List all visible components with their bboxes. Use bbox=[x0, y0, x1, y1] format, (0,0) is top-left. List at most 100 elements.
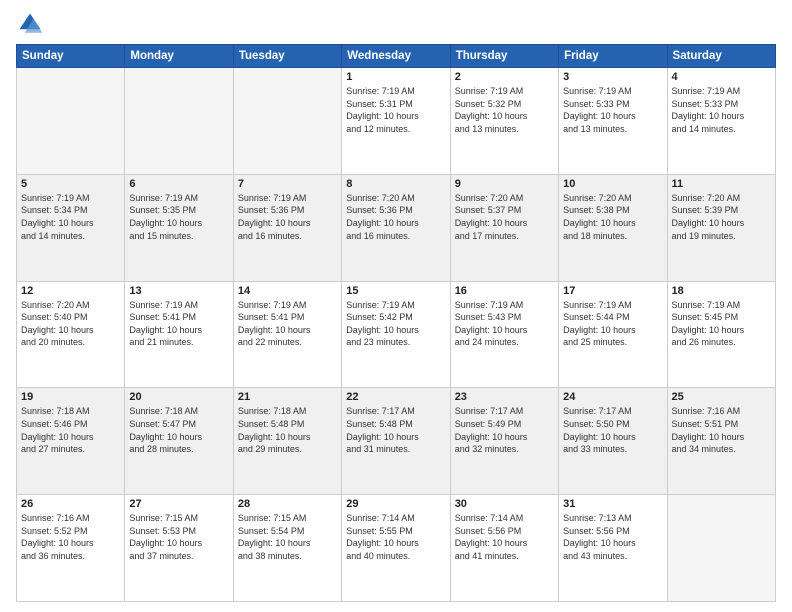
day-info: Sunrise: 7:20 AM Sunset: 5:38 PM Dayligh… bbox=[563, 192, 662, 242]
calendar-table: SundayMondayTuesdayWednesdayThursdayFrid… bbox=[16, 44, 776, 602]
day-number: 15 bbox=[346, 285, 445, 297]
day-info: Sunrise: 7:17 AM Sunset: 5:49 PM Dayligh… bbox=[455, 405, 554, 455]
day-number: 13 bbox=[129, 285, 228, 297]
calendar-week-row: 1 Sunrise: 7:19 AM Sunset: 5:31 PM Daylig… bbox=[17, 68, 776, 175]
day-info: Sunrise: 7:16 AM Sunset: 5:52 PM Dayligh… bbox=[21, 512, 120, 562]
day-cell: 1 Sunrise: 7:19 AM Sunset: 5:31 PM Daylig… bbox=[342, 68, 450, 175]
day-cell: 27Sunrise: 7:15 AM Sunset: 5:53 PM Dayli… bbox=[125, 495, 233, 602]
day-number: 4 bbox=[672, 71, 771, 83]
day-info: Sunrise: 7:14 AM Sunset: 5:55 PM Dayligh… bbox=[346, 512, 445, 562]
day-info: Sunrise: 7:19 AM Sunset: 5:43 PM Dayligh… bbox=[455, 299, 554, 349]
day-cell: 13Sunrise: 7:19 AM Sunset: 5:41 PM Dayli… bbox=[125, 281, 233, 388]
empty-cell bbox=[17, 68, 125, 175]
day-info: Sunrise: 7:19 AM Sunset: 5:34 PM Dayligh… bbox=[21, 192, 120, 242]
day-cell: 9 Sunrise: 7:20 AM Sunset: 5:37 PM Daylig… bbox=[450, 174, 558, 281]
day-info: Sunrise: 7:19 AM Sunset: 5:44 PM Dayligh… bbox=[563, 299, 662, 349]
day-number: 11 bbox=[672, 178, 771, 190]
weekday-header-friday: Friday bbox=[559, 45, 667, 68]
day-info: Sunrise: 7:20 AM Sunset: 5:39 PM Dayligh… bbox=[672, 192, 771, 242]
day-cell: 3 Sunrise: 7:19 AM Sunset: 5:33 PM Daylig… bbox=[559, 68, 667, 175]
day-cell: 23Sunrise: 7:17 AM Sunset: 5:49 PM Dayli… bbox=[450, 388, 558, 495]
day-info: Sunrise: 7:19 AM Sunset: 5:33 PM Dayligh… bbox=[672, 85, 771, 135]
day-cell: 7Sunrise: 7:19 AM Sunset: 5:36 PM Daylig… bbox=[233, 174, 341, 281]
calendar-week-row: 26 Sunrise: 7:16 AM Sunset: 5:52 PM Dayli… bbox=[17, 495, 776, 602]
day-number: 31 bbox=[563, 498, 662, 510]
day-cell: 25 Sunrise: 7:16 AM Sunset: 5:51 PM Dayli… bbox=[667, 388, 775, 495]
day-cell: 26 Sunrise: 7:16 AM Sunset: 5:52 PM Dayli… bbox=[17, 495, 125, 602]
empty-cell bbox=[233, 68, 341, 175]
day-info: Sunrise: 7:17 AM Sunset: 5:48 PM Dayligh… bbox=[346, 405, 445, 455]
calendar-week-row: 19 Sunrise: 7:18 AM Sunset: 5:46 PM Dayli… bbox=[17, 388, 776, 495]
day-info: Sunrise: 7:19 AM Sunset: 5:45 PM Dayligh… bbox=[672, 299, 771, 349]
day-number: 18 bbox=[672, 285, 771, 297]
day-cell: 16Sunrise: 7:19 AM Sunset: 5:43 PM Dayli… bbox=[450, 281, 558, 388]
day-info: Sunrise: 7:20 AM Sunset: 5:37 PM Dayligh… bbox=[455, 192, 554, 242]
day-info: Sunrise: 7:20 AM Sunset: 5:36 PM Dayligh… bbox=[346, 192, 445, 242]
day-cell: 28 Sunrise: 7:15 AM Sunset: 5:54 PM Dayli… bbox=[233, 495, 341, 602]
day-info: Sunrise: 7:17 AM Sunset: 5:50 PM Dayligh… bbox=[563, 405, 662, 455]
day-cell: 6 Sunrise: 7:19 AM Sunset: 5:35 PM Daylig… bbox=[125, 174, 233, 281]
weekday-header-row: SundayMondayTuesdayWednesdayThursdayFrid… bbox=[17, 45, 776, 68]
day-number: 26 bbox=[21, 498, 120, 510]
day-number: 28 bbox=[238, 498, 337, 510]
day-info: Sunrise: 7:15 AM Sunset: 5:54 PM Dayligh… bbox=[238, 512, 337, 562]
day-cell: 24 Sunrise: 7:17 AM Sunset: 5:50 PM Dayli… bbox=[559, 388, 667, 495]
day-cell: 21 Sunrise: 7:18 AM Sunset: 5:48 PM Dayli… bbox=[233, 388, 341, 495]
calendar-week-row: 12Sunrise: 7:20 AM Sunset: 5:40 PM Dayli… bbox=[17, 281, 776, 388]
day-number: 24 bbox=[563, 391, 662, 403]
day-cell: 15 Sunrise: 7:19 AM Sunset: 5:42 PM Dayli… bbox=[342, 281, 450, 388]
day-cell: 30Sunrise: 7:14 AM Sunset: 5:56 PM Dayli… bbox=[450, 495, 558, 602]
day-number: 22 bbox=[346, 391, 445, 403]
day-cell: 10 Sunrise: 7:20 AM Sunset: 5:38 PM Dayli… bbox=[559, 174, 667, 281]
day-cell: 29 Sunrise: 7:14 AM Sunset: 5:55 PM Dayli… bbox=[342, 495, 450, 602]
day-number: 20 bbox=[129, 391, 228, 403]
day-info: Sunrise: 7:18 AM Sunset: 5:48 PM Dayligh… bbox=[238, 405, 337, 455]
day-number: 9 bbox=[455, 178, 554, 190]
day-cell: 22 Sunrise: 7:17 AM Sunset: 5:48 PM Dayli… bbox=[342, 388, 450, 495]
day-number: 19 bbox=[21, 391, 120, 403]
day-info: Sunrise: 7:20 AM Sunset: 5:40 PM Dayligh… bbox=[21, 299, 120, 349]
weekday-header-thursday: Thursday bbox=[450, 45, 558, 68]
day-cell: 4 Sunrise: 7:19 AM Sunset: 5:33 PM Daylig… bbox=[667, 68, 775, 175]
day-info: Sunrise: 7:16 AM Sunset: 5:51 PM Dayligh… bbox=[672, 405, 771, 455]
day-info: Sunrise: 7:14 AM Sunset: 5:56 PM Dayligh… bbox=[455, 512, 554, 562]
day-info: Sunrise: 7:18 AM Sunset: 5:46 PM Dayligh… bbox=[21, 405, 120, 455]
day-number: 2 bbox=[455, 71, 554, 83]
day-info: Sunrise: 7:19 AM Sunset: 5:35 PM Dayligh… bbox=[129, 192, 228, 242]
logo-icon bbox=[16, 10, 44, 38]
day-info: Sunrise: 7:15 AM Sunset: 5:53 PM Dayligh… bbox=[129, 512, 228, 562]
day-number: 6 bbox=[129, 178, 228, 190]
day-cell: 18 Sunrise: 7:19 AM Sunset: 5:45 PM Dayli… bbox=[667, 281, 775, 388]
weekday-header-tuesday: Tuesday bbox=[233, 45, 341, 68]
day-info: Sunrise: 7:19 AM Sunset: 5:32 PM Dayligh… bbox=[455, 85, 554, 135]
day-cell: 14Sunrise: 7:19 AM Sunset: 5:41 PM Dayli… bbox=[233, 281, 341, 388]
day-number: 1 bbox=[346, 71, 445, 83]
weekday-header-sunday: Sunday bbox=[17, 45, 125, 68]
day-info: Sunrise: 7:13 AM Sunset: 5:56 PM Dayligh… bbox=[563, 512, 662, 562]
page: SundayMondayTuesdayWednesdayThursdayFrid… bbox=[0, 0, 792, 612]
day-number: 10 bbox=[563, 178, 662, 190]
day-cell: 17 Sunrise: 7:19 AM Sunset: 5:44 PM Dayli… bbox=[559, 281, 667, 388]
day-info: Sunrise: 7:19 AM Sunset: 5:31 PM Dayligh… bbox=[346, 85, 445, 135]
day-number: 3 bbox=[563, 71, 662, 83]
empty-cell bbox=[667, 495, 775, 602]
day-number: 8 bbox=[346, 178, 445, 190]
day-number: 17 bbox=[563, 285, 662, 297]
day-number: 29 bbox=[346, 498, 445, 510]
weekday-header-monday: Monday bbox=[125, 45, 233, 68]
day-number: 21 bbox=[238, 391, 337, 403]
day-info: Sunrise: 7:19 AM Sunset: 5:42 PM Dayligh… bbox=[346, 299, 445, 349]
day-number: 14 bbox=[238, 285, 337, 297]
day-cell: 19 Sunrise: 7:18 AM Sunset: 5:46 PM Dayli… bbox=[17, 388, 125, 495]
logo bbox=[16, 10, 48, 38]
day-info: Sunrise: 7:19 AM Sunset: 5:33 PM Dayligh… bbox=[563, 85, 662, 135]
day-cell: 2 Sunrise: 7:19 AM Sunset: 5:32 PM Daylig… bbox=[450, 68, 558, 175]
day-info: Sunrise: 7:18 AM Sunset: 5:47 PM Dayligh… bbox=[129, 405, 228, 455]
header bbox=[16, 10, 776, 38]
day-number: 25 bbox=[672, 391, 771, 403]
calendar-week-row: 5Sunrise: 7:19 AM Sunset: 5:34 PM Daylig… bbox=[17, 174, 776, 281]
empty-cell bbox=[125, 68, 233, 175]
day-cell: 12Sunrise: 7:20 AM Sunset: 5:40 PM Dayli… bbox=[17, 281, 125, 388]
weekday-header-saturday: Saturday bbox=[667, 45, 775, 68]
day-cell: 31 Sunrise: 7:13 AM Sunset: 5:56 PM Dayli… bbox=[559, 495, 667, 602]
